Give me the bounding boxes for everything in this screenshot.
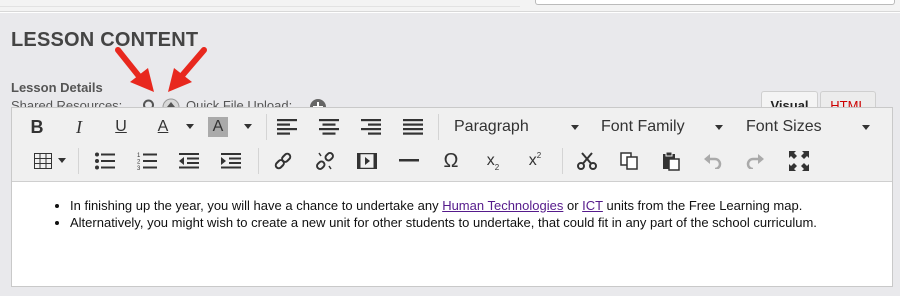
align-center-icon[interactable] xyxy=(316,114,342,140)
align-justify-icon[interactable] xyxy=(400,114,426,140)
red-arrow-icon xyxy=(168,47,207,92)
subscript-button[interactable]: x2 xyxy=(480,148,506,174)
align-left-icon[interactable] xyxy=(274,114,300,140)
undo-icon[interactable] xyxy=(700,148,726,174)
subscript-mark: 2 xyxy=(494,162,500,172)
subscript-base: x xyxy=(486,152,495,169)
italic-button[interactable]: I xyxy=(66,114,92,140)
font-family-value: Font Family xyxy=(601,118,685,135)
divider xyxy=(0,6,520,7)
top-strip xyxy=(0,0,900,12)
list-item: In finishing up the year, you will have … xyxy=(70,197,876,214)
link-icon[interactable] xyxy=(270,148,296,174)
chevron-down-icon xyxy=(862,124,870,130)
font-size-value: Font Sizes xyxy=(746,118,822,135)
toolbar-separator xyxy=(562,148,563,174)
ict-link[interactable]: ICT xyxy=(582,198,603,213)
toolbar-separator xyxy=(438,114,439,140)
media-icon[interactable] xyxy=(354,148,380,174)
bullet-text: or xyxy=(563,198,583,213)
table-icon[interactable] xyxy=(30,148,56,174)
horizontal-rule-icon[interactable] xyxy=(396,148,422,174)
toolbar-separator xyxy=(78,148,79,174)
numbered-list-icon[interactable]: 123 xyxy=(134,148,160,174)
format-value: Paragraph xyxy=(454,118,529,135)
paste-icon[interactable] xyxy=(658,148,684,174)
cut-icon[interactable] xyxy=(574,148,600,174)
special-character-button[interactable]: Ω xyxy=(438,148,464,174)
top-input-field[interactable] xyxy=(535,0,895,5)
editor-content-area[interactable]: In finishing up the year, you will have … xyxy=(12,182,892,231)
bold-button[interactable]: B xyxy=(24,114,50,140)
lesson-details-label: Lesson Details xyxy=(11,80,103,95)
superscript-base: x xyxy=(528,152,537,169)
superscript-mark: 2 xyxy=(536,150,542,160)
chevron-down-icon xyxy=(715,124,723,130)
outdent-icon[interactable] xyxy=(176,148,202,174)
bullet-text: In finishing up the year, you will have … xyxy=(70,198,443,213)
font-family-dropdown[interactable]: Font Family xyxy=(601,114,723,140)
human-technologies-link[interactable]: Human Technologies xyxy=(442,198,563,213)
svg-text:3: 3 xyxy=(137,166,141,170)
align-right-icon[interactable] xyxy=(358,114,384,140)
bullet-text: units from the Free Learning map. xyxy=(602,198,803,213)
text-color-button[interactable]: A xyxy=(150,114,176,140)
copy-icon[interactable] xyxy=(616,148,642,174)
format-dropdown[interactable]: Paragraph xyxy=(454,114,579,140)
background-color-button[interactable]: A xyxy=(208,117,228,137)
editor-toolbar: B I U A A Paragraph Font Family Font Siz… xyxy=(12,108,892,182)
chevron-down-icon[interactable] xyxy=(186,124,194,129)
red-arrow-icon xyxy=(115,47,154,92)
bullet-list: In finishing up the year, you will have … xyxy=(12,197,876,231)
underline-button[interactable]: U xyxy=(108,114,134,140)
unlink-icon[interactable] xyxy=(312,148,338,174)
list-item: Alternatively, you might wish to create … xyxy=(70,214,876,231)
rich-text-editor[interactable]: B I U A A Paragraph Font Family Font Siz… xyxy=(11,107,893,287)
chevron-down-icon[interactable] xyxy=(58,158,66,163)
font-size-dropdown[interactable]: Font Sizes xyxy=(746,114,870,140)
indent-icon[interactable] xyxy=(218,148,244,174)
fullscreen-icon[interactable] xyxy=(786,148,812,174)
svg-text:1: 1 xyxy=(137,153,141,159)
chevron-down-icon xyxy=(571,124,579,130)
chevron-down-icon[interactable] xyxy=(244,124,252,129)
bullet-list-icon[interactable] xyxy=(92,148,118,174)
svg-text:2: 2 xyxy=(137,160,141,166)
superscript-button[interactable]: x2 xyxy=(522,148,548,174)
toolbar-separator xyxy=(266,114,267,140)
bullet-text: Alternatively, you might wish to create … xyxy=(70,215,817,230)
toolbar-separator xyxy=(258,148,259,174)
redo-icon[interactable] xyxy=(742,148,768,174)
